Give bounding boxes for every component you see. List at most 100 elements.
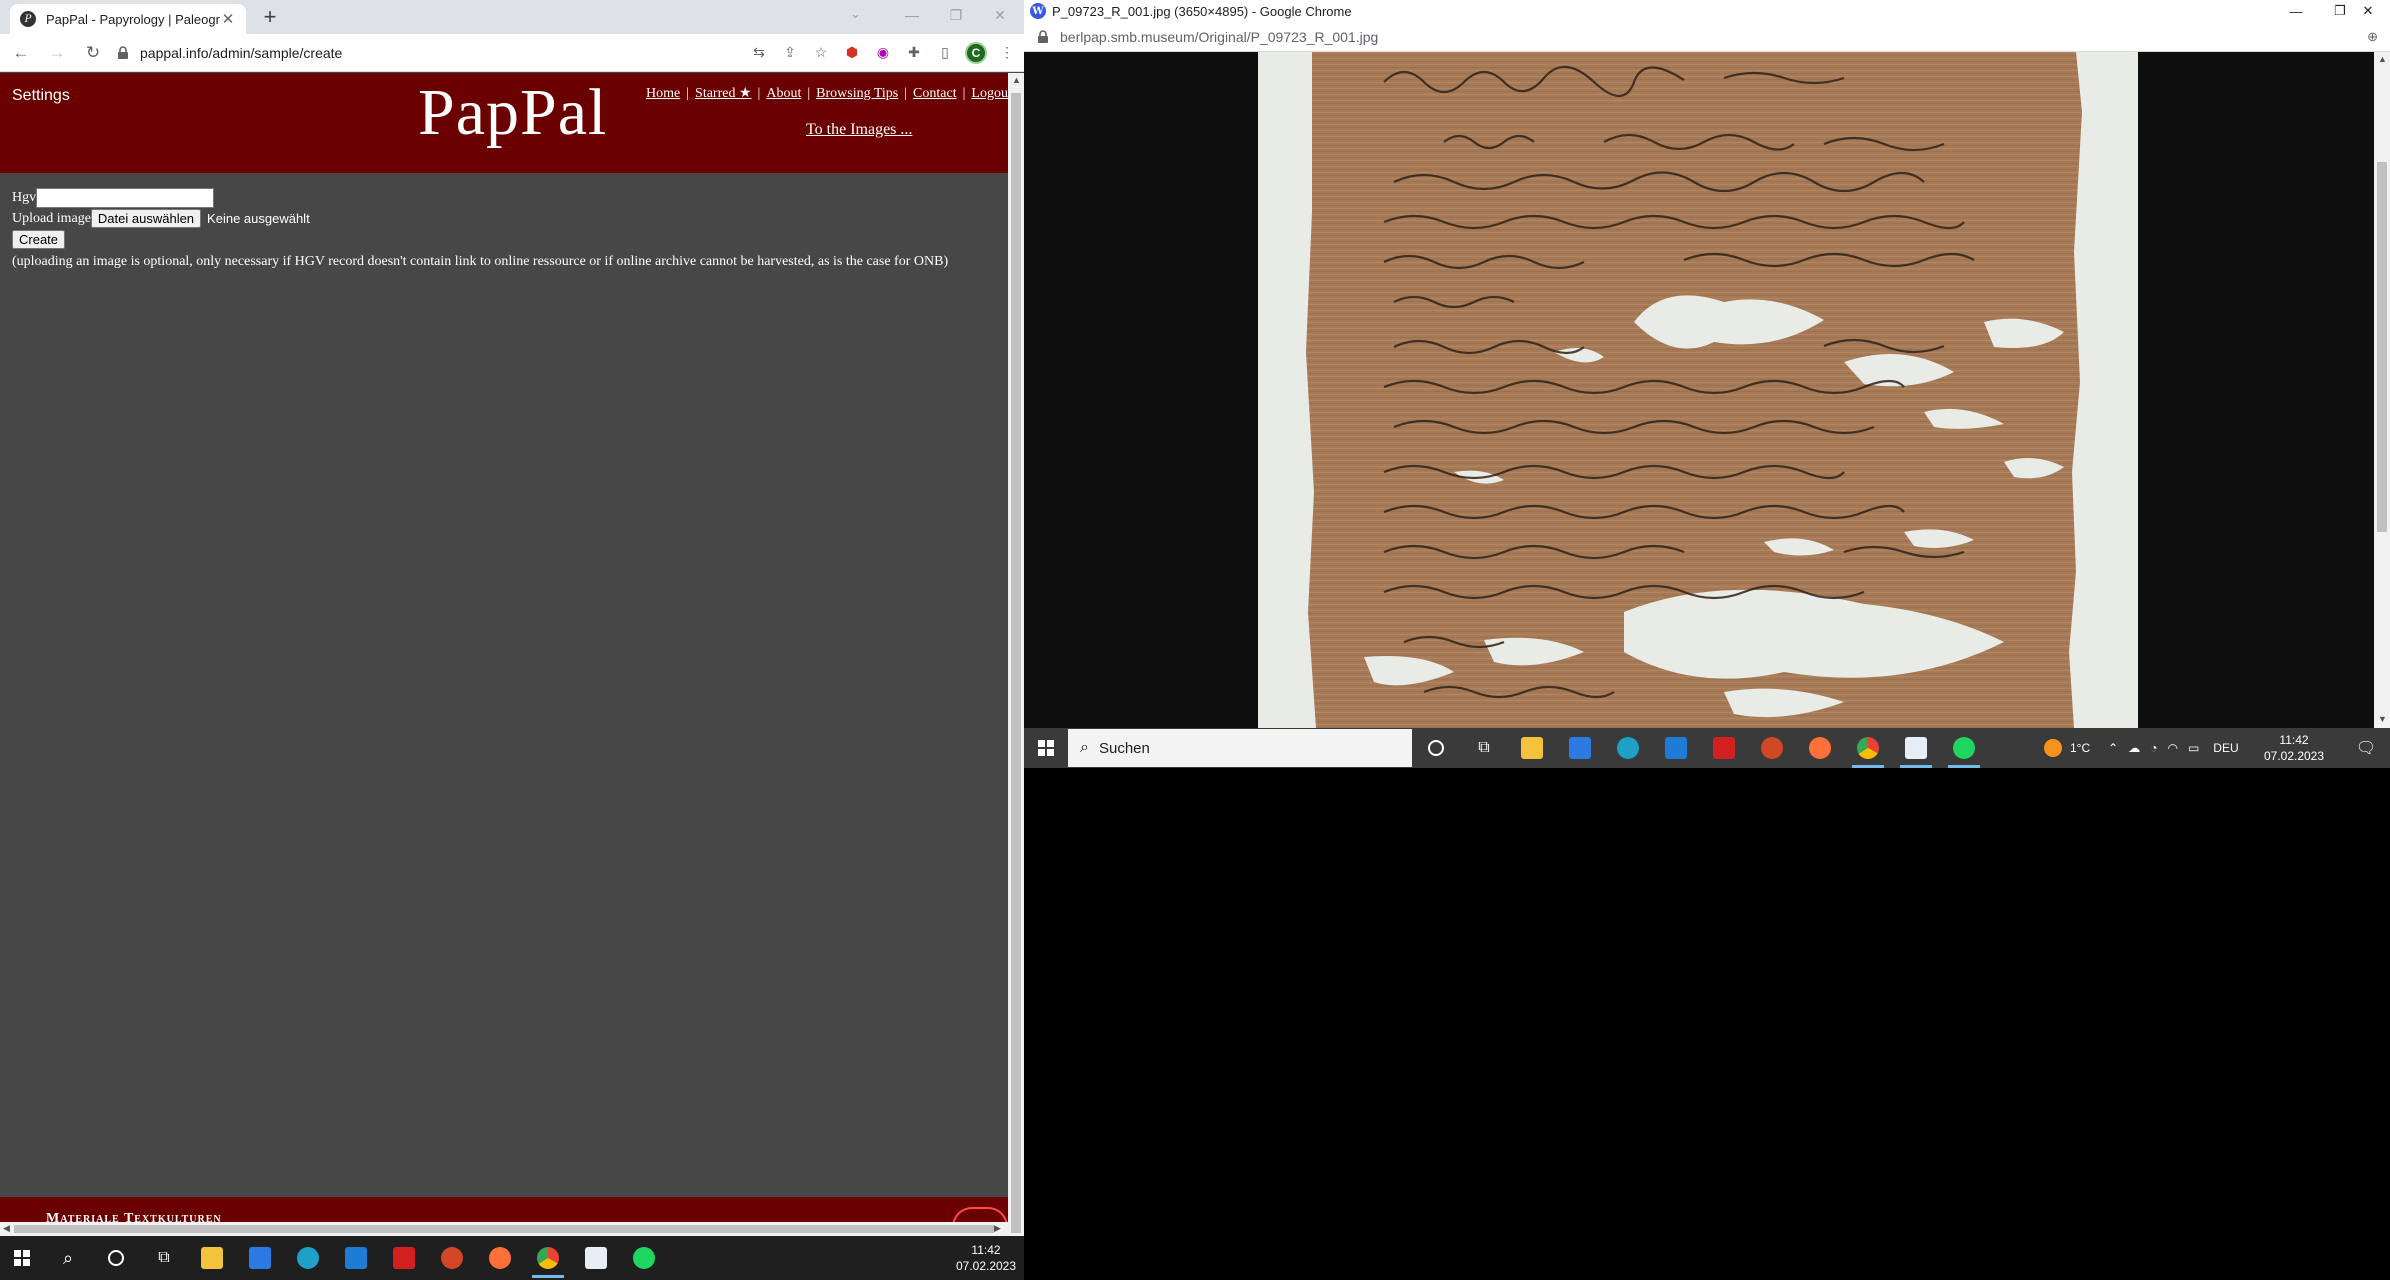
- minimize-button[interactable]: —: [2274, 0, 2318, 22]
- right-browser-window: W P_09723_R_001.jpg (3650×4895) - Google…: [1024, 0, 2390, 768]
- address-bar[interactable]: berlpap.smb.museum/Original/P_09723_R_00…: [1024, 22, 2390, 52]
- restore-button[interactable]: ❐: [934, 0, 978, 30]
- battery-icon[interactable]: ▭: [2188, 741, 2199, 755]
- profile-initial: C: [965, 41, 987, 64]
- microsoft-store-icon[interactable]: [236, 1238, 284, 1278]
- scroll-right-arrow[interactable]: ▶: [994, 1223, 1001, 1234]
- hgv-input[interactable]: [36, 187, 215, 208]
- site-logo[interactable]: PapPal: [418, 75, 607, 151]
- scrollbar-thumb[interactable]: [14, 1225, 994, 1233]
- cortana-icon[interactable]: [1412, 728, 1460, 768]
- task-view-icon[interactable]: ⧉: [1460, 728, 1508, 768]
- nav-browsing-tips[interactable]: Browsing Tips: [816, 86, 898, 101]
- nav-logout[interactable]: Logout: [971, 86, 1008, 101]
- scroll-left-arrow[interactable]: ◀: [3, 1223, 10, 1234]
- papyrus-fragment-image: [1306, 52, 2082, 728]
- chrome-icon[interactable]: [1844, 728, 1892, 768]
- share-icon[interactable]: ⇪: [776, 39, 804, 67]
- scrollbar-thumb[interactable]: [1011, 93, 1021, 1233]
- spotify-icon[interactable]: [1940, 728, 1988, 768]
- scroll-down-arrow[interactable]: ▼: [2378, 714, 2387, 724]
- notification-center-icon[interactable]: 🗨: [2342, 728, 2390, 768]
- wordpress-icon: W: [1030, 3, 1046, 19]
- acrobat-icon[interactable]: [1700, 728, 1748, 768]
- powerpoint-icon[interactable]: [428, 1238, 476, 1278]
- microsoft-store-icon[interactable]: [1556, 728, 1604, 768]
- minimize-button[interactable]: —: [890, 0, 934, 30]
- mail-icon[interactable]: [1652, 728, 1700, 768]
- wifi-icon[interactable]: ◠: [2167, 741, 2177, 755]
- address-bar[interactable]: pappal.info/admin/sample/create: [116, 38, 745, 68]
- file-explorer-icon[interactable]: [1508, 728, 1556, 768]
- language-indicator[interactable]: DEU: [2213, 741, 2238, 755]
- windows-icon: [1038, 740, 1054, 756]
- reload-button[interactable]: ↻: [78, 38, 108, 68]
- taskbar-clock[interactable]: 11:42 07.02.2023: [2260, 732, 2328, 764]
- onedrive-icon[interactable]: ☁: [2128, 741, 2140, 755]
- taskbar-search-box[interactable]: ⌕ Suchen: [1068, 729, 1412, 767]
- image-viewer: [1024, 52, 2374, 728]
- translate-icon[interactable]: ⇆: [745, 39, 773, 67]
- taskbar-clock[interactable]: 11:42 07.02.2023: [950, 1242, 1022, 1274]
- vertical-scrollbar[interactable]: ▲: [1008, 73, 1024, 1236]
- spotify-icon[interactable]: [620, 1238, 668, 1278]
- extensions-puzzle-icon[interactable]: ✚: [900, 39, 928, 67]
- scrollbar-thumb[interactable]: [2377, 162, 2387, 532]
- firefox-icon[interactable]: [1796, 728, 1844, 768]
- choose-file-button[interactable]: Datei auswählen: [90, 209, 202, 228]
- papyrus-image[interactable]: [1258, 52, 2138, 728]
- cortana-icon[interactable]: [92, 1238, 140, 1278]
- powerpoint-icon[interactable]: [1748, 728, 1796, 768]
- to-images-link[interactable]: To the Images ...: [806, 121, 912, 139]
- edge-icon[interactable]: [284, 1238, 332, 1278]
- firefox-icon[interactable]: [476, 1238, 524, 1278]
- settings-link[interactable]: Settings: [12, 87, 70, 105]
- nav-starred[interactable]: Starred ★: [695, 86, 751, 101]
- mail-icon[interactable]: [332, 1238, 380, 1278]
- weather-temp[interactable]: 1°C: [2070, 741, 2090, 755]
- show-hidden-icons-chevron-icon[interactable]: ⌃: [2108, 741, 2118, 755]
- left-browser-window: P PapPal - Papyrology | Paleograph ✕ + ⌄…: [0, 0, 1024, 1236]
- no-file-chosen-text: Keine ausgewählt: [207, 211, 310, 226]
- acrobat-icon[interactable]: [380, 1238, 428, 1278]
- lock-icon: [118, 45, 128, 59]
- document-viewer-icon[interactable]: [1892, 728, 1940, 768]
- close-window-button[interactable]: ✕: [2346, 0, 2390, 22]
- task-view-icon[interactable]: ⧉: [140, 1238, 188, 1278]
- profile-avatar[interactable]: C: [962, 39, 990, 67]
- tab-title: PapPal - Papyrology | Paleograph: [46, 11, 220, 27]
- chrome-icon[interactable]: [524, 1238, 572, 1278]
- vertical-scrollbar[interactable]: ▲ ▼: [2374, 52, 2390, 728]
- search-icon[interactable]: ⌕: [44, 1238, 92, 1278]
- extension-ub-icon[interactable]: ◉: [869, 39, 897, 67]
- horizontal-scrollbar[interactable]: ◀ ▶: [0, 1222, 1008, 1236]
- nav-contact[interactable]: Contact: [913, 86, 957, 101]
- tab-strip: P PapPal - Papyrology | Paleograph ✕ + ⌄…: [0, 0, 1024, 34]
- nav-home[interactable]: Home: [646, 86, 680, 101]
- tab-search-icon[interactable]: ⌄: [850, 6, 861, 22]
- top-navigation: Home | Starred ★ | About | Browsing Tips | Conta…: [646, 85, 1008, 102]
- side-panel-icon[interactable]: ▯: [931, 39, 959, 67]
- bookmark-star-icon[interactable]: ☆: [807, 39, 835, 67]
- network-icon[interactable]: ◔: [2150, 741, 2157, 755]
- create-button[interactable]: Create: [12, 230, 66, 249]
- start-button[interactable]: [1024, 728, 1068, 768]
- extension-shield-icon[interactable]: ⬢: [838, 39, 866, 67]
- nav-separator: |: [904, 86, 908, 101]
- close-window-button[interactable]: ✕: [978, 0, 1022, 30]
- new-tab-button[interactable]: +: [258, 6, 282, 30]
- zoom-icon[interactable]: ⊕: [2367, 29, 2378, 45]
- start-button[interactable]: [0, 1238, 44, 1278]
- document-viewer-icon[interactable]: [572, 1238, 620, 1278]
- menu-kebab-icon[interactable]: ⋮: [993, 39, 1021, 67]
- page-content: Settings PapPal Home | Starred ★ | About | Bro…: [0, 73, 1008, 1236]
- scroll-up-arrow[interactable]: ▲: [2378, 54, 2387, 64]
- close-tab-icon[interactable]: ✕: [220, 10, 236, 28]
- tab-pappal[interactable]: P PapPal - Papyrology | Paleograph ✕: [10, 4, 246, 34]
- back-button[interactable]: ←: [6, 38, 36, 68]
- edge-icon[interactable]: [1604, 728, 1652, 768]
- scroll-up-arrow[interactable]: ▲: [1012, 75, 1021, 85]
- nav-about[interactable]: About: [766, 86, 801, 101]
- file-explorer-icon[interactable]: [188, 1238, 236, 1278]
- forward-button[interactable]: →: [42, 38, 72, 68]
